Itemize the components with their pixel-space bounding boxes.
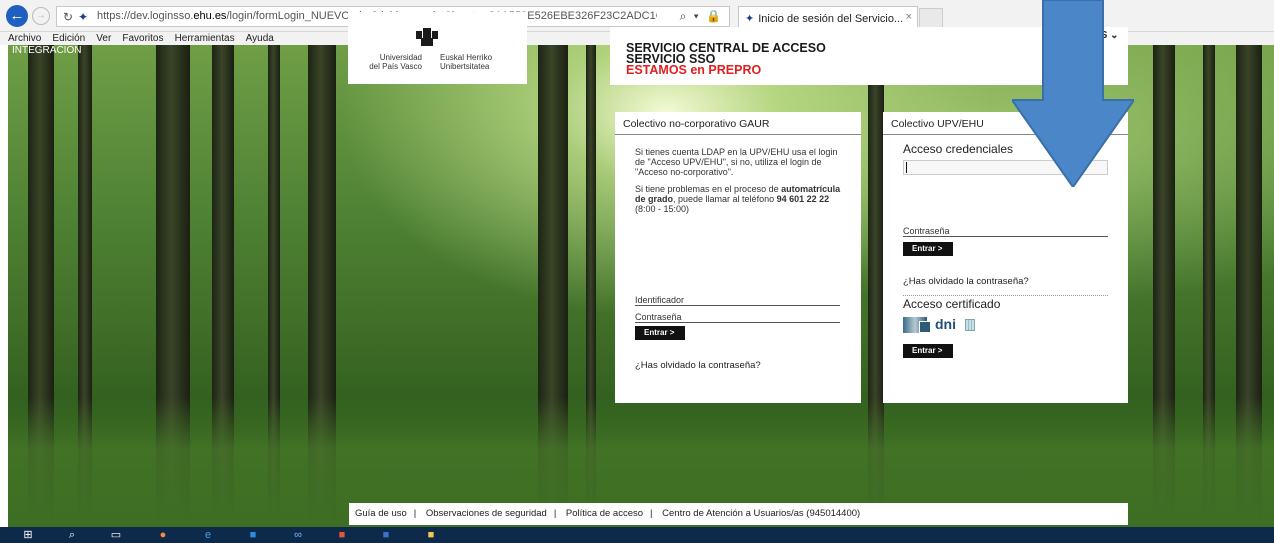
footer-separator: |: [650, 508, 653, 519]
word-icon[interactable]: ■: [378, 528, 394, 542]
dropdown-icon[interactable]: ▾: [694, 9, 701, 23]
upv-submit-button[interactable]: Entrar >: [903, 242, 953, 256]
environment-label: INTEGRACION: [12, 45, 82, 56]
chip-icon: [965, 319, 975, 331]
upv-forgot-password-link[interactable]: ¿Has olvidado la contraseña?: [903, 276, 1029, 287]
taskbar: ⊞ ⌕ ▭ ● e ■ ∞ ■ ■ ■: [0, 527, 1274, 543]
arrow-shape: [1012, 0, 1134, 187]
address-tools[interactable]: ⌕ ▾ 🔒: [680, 9, 723, 24]
section-divider: [903, 295, 1108, 296]
gaur-password-label: Contraseña: [635, 312, 682, 322]
gaur-info-text: Si tienes cuenta LDAP en la UPV/EHU usa …: [635, 147, 838, 177]
menu-herramientas[interactable]: Herramientas: [175, 32, 235, 45]
lock-icon[interactable]: 🔒: [706, 9, 723, 23]
app-icon[interactable]: ∞: [290, 528, 306, 542]
refresh-icon[interactable]: ↻: [63, 10, 73, 24]
text-cursor: [906, 162, 907, 173]
menu-edicion[interactable]: Edición: [52, 32, 85, 45]
firefox-icon[interactable]: ●: [155, 528, 171, 542]
certificate-section-title: Acceso certificado: [903, 297, 1001, 311]
gaur-help-text: Si tiene problemas en el proceso de auto…: [635, 184, 841, 214]
footer-link-support[interactable]: Centro de Atención a Usuarios/as (945014…: [662, 508, 860, 519]
upv-password-input[interactable]: [903, 236, 1108, 237]
upv-password-label: Contraseña: [903, 226, 950, 236]
university-logo[interactable]: Universidad del País Vasco Euskal Herriko…: [348, 12, 527, 84]
outlook-icon[interactable]: ■: [245, 528, 261, 542]
back-button[interactable]: ←: [6, 5, 28, 27]
credentials-section-title: Acceso credenciales: [903, 142, 1014, 156]
menu-archivo[interactable]: Archivo: [8, 32, 41, 45]
menu-ayuda[interactable]: Ayuda: [246, 32, 274, 45]
gaur-card-title: Colectivo no-corporativo GAUR: [615, 112, 861, 135]
down-arrow-annotation: [1012, 0, 1134, 187]
search-icon[interactable]: ⌕: [680, 9, 689, 23]
footer-links: Guía de uso | Observaciones de seguridad |…: [349, 503, 1128, 525]
certificate-submit-button[interactable]: Entrar >: [903, 344, 953, 358]
windows-start-icon[interactable]: ⊞: [20, 528, 36, 542]
file-explorer-icon[interactable]: ■: [423, 528, 439, 542]
gaur-user-input[interactable]: [635, 305, 840, 306]
gaur-login-card: Colectivo no-corporativo GAUR Si tienes …: [615, 112, 861, 403]
gaur-submit-button[interactable]: Entrar >: [635, 326, 685, 340]
dni-certificate-icon[interactable]: dni: [903, 316, 975, 334]
close-icon[interactable]: ×: [906, 11, 912, 23]
powerpoint-icon[interactable]: ■: [334, 528, 350, 542]
logo-text-es: Universidad del País Vasco: [369, 53, 422, 71]
footer-separator: |: [553, 508, 557, 519]
internet-explorer-icon[interactable]: e: [200, 528, 216, 542]
search-icon[interactable]: ⌕: [64, 528, 80, 542]
dni-logo-text: dni: [935, 316, 956, 332]
tab-title: Inicio de sesión del Servicio...: [758, 13, 904, 25]
id-card-chip-photo: [919, 321, 931, 333]
logo-text-eu: Euskal Herriko Unibertsitatea: [440, 53, 493, 71]
footer-link-security[interactable]: Observaciones de seguridad: [426, 508, 547, 519]
footer-link-policy[interactable]: Política de acceso: [566, 508, 643, 519]
task-view-icon[interactable]: ▭: [108, 528, 124, 542]
forward-button[interactable]: →: [32, 7, 50, 25]
menu-ver[interactable]: Ver: [96, 32, 111, 45]
tab-site-icon: ✦: [745, 13, 755, 25]
gaur-user-label: Identificador: [635, 295, 685, 305]
header-environment: ESTAMOS en PREPRO: [626, 63, 762, 77]
site-icon: ✦: [78, 10, 89, 24]
gaur-forgot-password-link[interactable]: ¿Has olvidado la contraseña?: [635, 360, 761, 371]
footer-link-guide[interactable]: Guía de uso: [355, 508, 407, 519]
gaur-password-input[interactable]: [635, 322, 840, 323]
menu-favoritos[interactable]: Favoritos: [122, 32, 163, 45]
footer-separator: |: [413, 508, 417, 519]
ehu-emblem-icon: [416, 28, 438, 46]
